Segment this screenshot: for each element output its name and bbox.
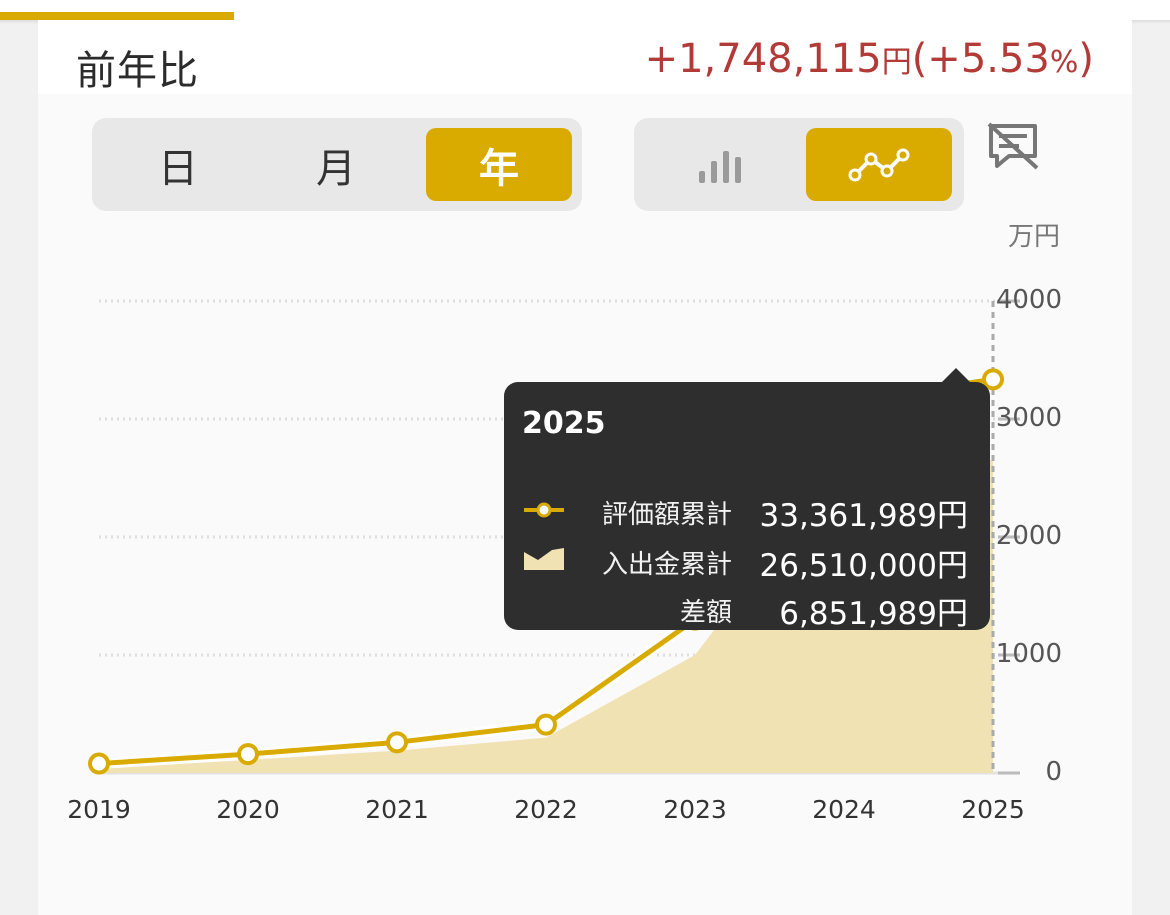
y-tick-label: 1000 bbox=[995, 639, 1062, 669]
x-tick-label: 2021 bbox=[365, 795, 429, 824]
x-tick-label: 2022 bbox=[514, 795, 578, 824]
x-tick-label: 2025 bbox=[961, 795, 1025, 824]
data-point bbox=[535, 713, 557, 736]
tooltip-label: 入出金累計 bbox=[601, 550, 732, 580]
x-tick-label: 2024 bbox=[812, 795, 876, 824]
tooltip-value: 6,851,989円 bbox=[779, 596, 968, 632]
data-point bbox=[386, 731, 408, 754]
data-point bbox=[88, 752, 110, 775]
chart-tooltip: 2025 評価額累計 33,361,989円 入出金累計 26,510,000円… bbox=[504, 368, 990, 632]
tooltip-row-deposits: 入出金累計 26,510,000円 bbox=[504, 540, 990, 584]
tooltip-title: 2025 bbox=[522, 406, 606, 441]
tooltip-row-valuation: 評価額累計 33,361,989円 bbox=[504, 490, 990, 534]
data-point bbox=[237, 743, 259, 766]
area-marker-icon bbox=[524, 548, 564, 570]
y-tick-label: 0 bbox=[1045, 757, 1062, 787]
tooltip-label: 評価額累計 bbox=[601, 500, 732, 530]
data-point bbox=[982, 368, 1004, 391]
tooltip-row-difference: 差額 6,851,989円 bbox=[504, 588, 990, 632]
x-tick-label: 2023 bbox=[663, 795, 727, 824]
tooltip-value: 26,510,000円 bbox=[759, 548, 969, 584]
y-tick-label: 2000 bbox=[995, 521, 1062, 551]
tooltip-value: 33,361,989円 bbox=[759, 498, 969, 534]
y-tick-label: 4000 bbox=[995, 285, 1062, 315]
x-tick-label: 2019 bbox=[67, 795, 131, 824]
x-tick-label: 2020 bbox=[216, 795, 280, 824]
y-tick-label: 3000 bbox=[995, 403, 1062, 433]
line-marker-icon bbox=[524, 502, 564, 518]
tooltip-label: 差額 bbox=[679, 598, 732, 628]
